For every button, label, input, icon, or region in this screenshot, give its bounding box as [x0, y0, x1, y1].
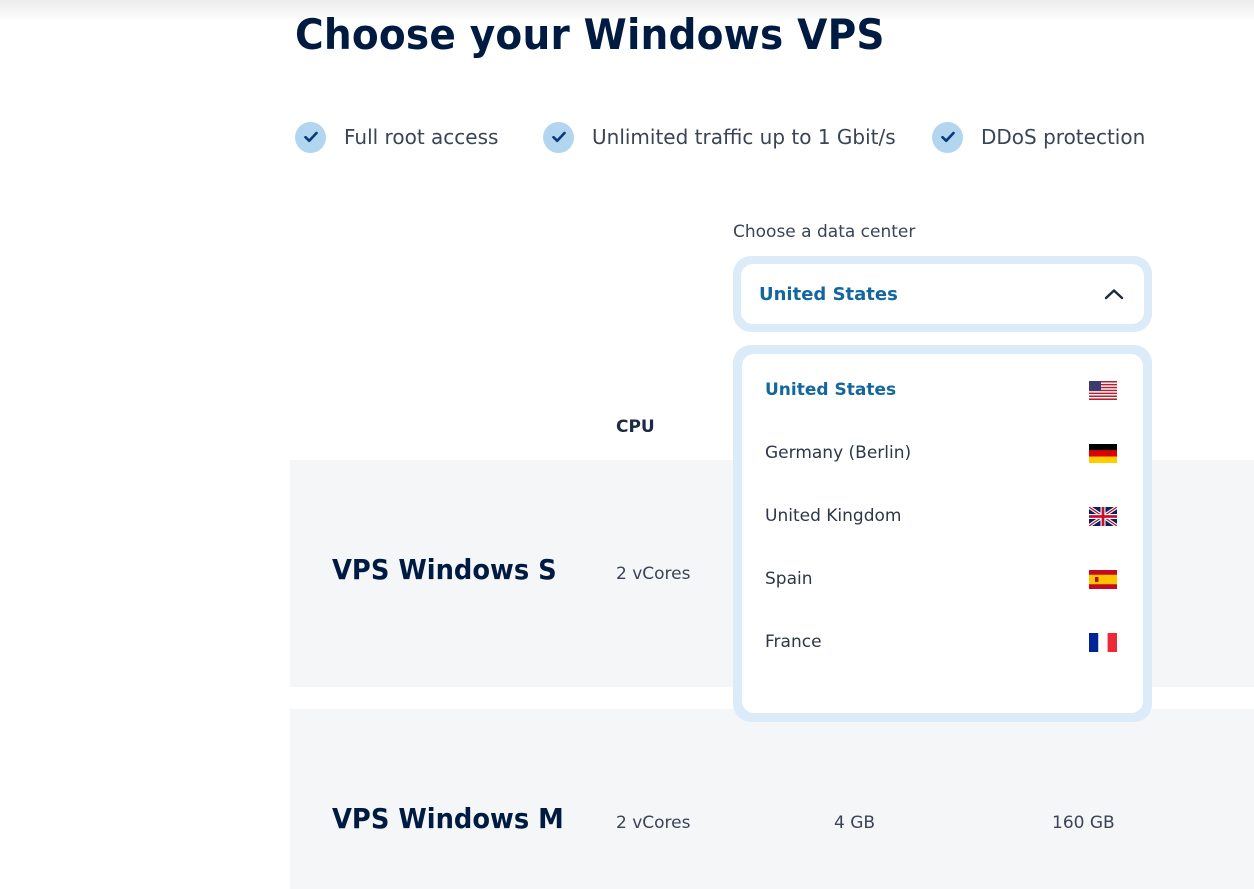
column-header-cpu: CPU: [616, 417, 655, 437]
option-label: United Kingdom: [765, 506, 902, 526]
check-icon: [295, 121, 326, 153]
option-label: Spain: [765, 569, 813, 589]
feature-label: Unlimited traffic up to 1 Gbit/s: [592, 125, 896, 149]
fr-flag-icon: [1089, 632, 1117, 652]
datacenter-option-united-states[interactable]: United States: [742, 370, 1143, 410]
ram-value: 4 GB: [834, 813, 876, 833]
cpu-value: 2 vCores: [616, 564, 691, 584]
feature-item: Full root access: [295, 121, 498, 153]
datacenter-options-list: United States Germany (Berlin) United Ki…: [742, 354, 1143, 713]
es-flag-icon: [1089, 569, 1117, 589]
datacenter-option-germany-berlin[interactable]: Germany (Berlin): [742, 433, 1143, 473]
datacenter-dropdown: United States Germany (Berlin) United Ki…: [733, 345, 1152, 722]
datacenter-option-united-kingdom[interactable]: United Kingdom: [742, 496, 1143, 536]
plan-name: VPS Windows M: [332, 802, 564, 835]
datacenter-selected-value: United States: [759, 283, 898, 305]
datacenter-select-field[interactable]: United States: [741, 264, 1144, 324]
cpu-value: 2 vCores: [616, 813, 691, 833]
chevron-up-icon[interactable]: [1104, 288, 1124, 300]
feature-list: Full root access Unlimited traffic up to…: [0, 121, 1254, 153]
check-icon: [932, 121, 963, 153]
feature-item: DDoS protection: [932, 121, 1145, 153]
option-label: Germany (Berlin): [765, 443, 912, 463]
de-flag-icon: [1089, 443, 1117, 463]
datacenter-select[interactable]: United States: [733, 256, 1152, 332]
table-row[interactable]: VPS Windows M 2 vCores 4 GB 160 GB: [290, 709, 1254, 889]
datacenter-option-spain[interactable]: Spain: [742, 559, 1143, 599]
plan-name: VPS Windows S: [332, 553, 557, 586]
datacenter-option-france[interactable]: France: [742, 622, 1143, 662]
option-label: United States: [765, 380, 897, 400]
storage-value: 160 GB: [1052, 813, 1115, 833]
datacenter-label: Choose a data center: [733, 222, 916, 242]
feature-item: Unlimited traffic up to 1 Gbit/s: [543, 121, 896, 153]
option-label: France: [765, 632, 822, 652]
us-flag-icon: [1089, 380, 1117, 400]
feature-label: DDoS protection: [981, 125, 1146, 149]
check-icon: [543, 121, 574, 153]
feature-label: Full root access: [344, 125, 499, 149]
header-shadow: [0, 0, 1254, 22]
gb-flag-icon: [1089, 506, 1117, 526]
